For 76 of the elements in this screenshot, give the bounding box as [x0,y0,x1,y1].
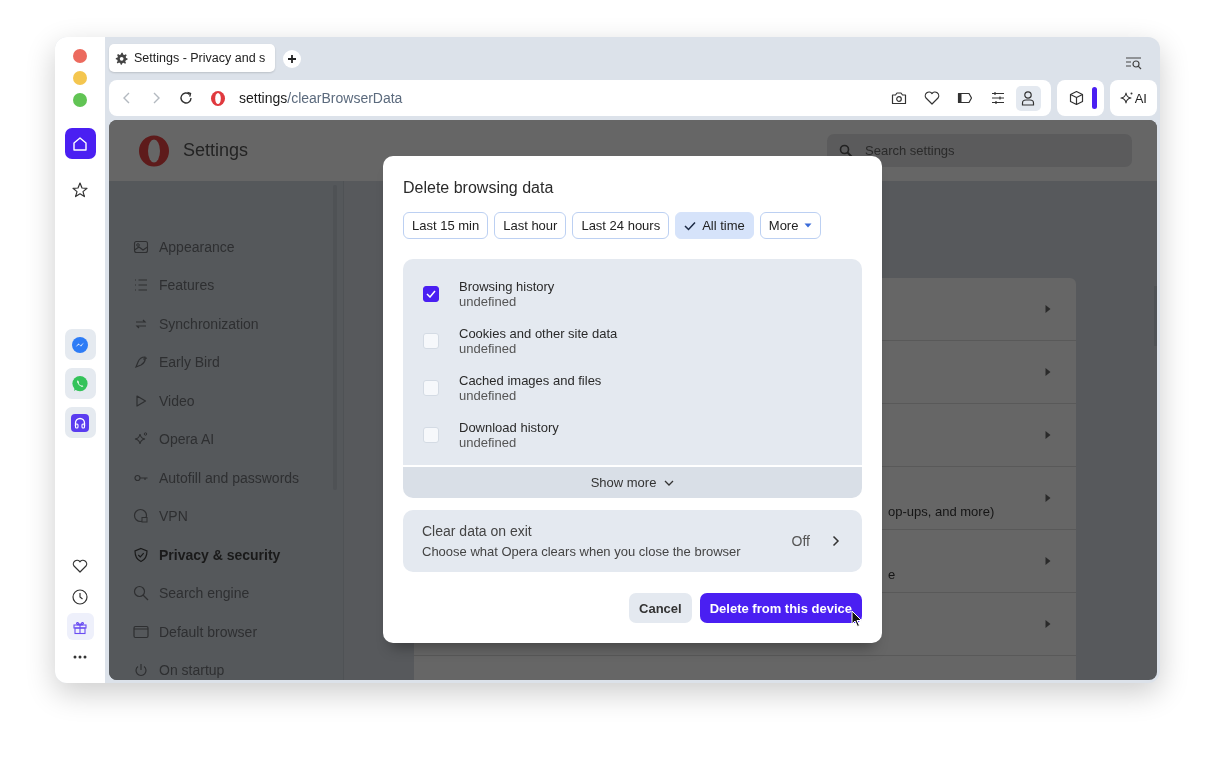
cursor-icon [851,610,863,628]
checkbox-label: Cookies and other site data [459,325,618,341]
home-icon [71,134,89,153]
arrow-icon [1045,367,1051,377]
arrow-icon [1045,619,1051,629]
address-field[interactable]: settings/clearBrowserData [239,90,403,106]
reload-icon[interactable] [179,91,193,105]
phone-bubble-icon [71,374,89,393]
check-icon [684,220,697,231]
nav-icon [133,508,149,525]
nav-icon [133,354,149,371]
messenger-icon [71,335,89,354]
time-range-chip[interactable]: Last 15 min [403,212,489,239]
gear-icon [115,51,128,65]
more-dropdown[interactable]: More [759,212,822,239]
nav-icon [133,623,149,640]
ai-button[interactable]: AI [1109,80,1157,116]
page-title: Settings [183,140,249,161]
gift-button[interactable] [66,613,94,640]
person-icon [1021,90,1036,106]
dialog-title: Delete browsing data [403,179,555,197]
search-icon [839,144,853,158]
checkbox-label: Cached images and files [459,372,602,388]
setting-title: Clear data on exit [422,523,533,539]
battery-icon[interactable] [956,92,973,104]
close-window-button[interactable] [73,49,87,63]
camera-icon[interactable] [890,91,907,105]
checkbox-label: Browsing history [459,278,555,294]
caret-icon [804,223,813,228]
time-range-chip[interactable]: Last hour [494,212,567,239]
music-app-button[interactable] [64,407,96,438]
chevron-icon [664,479,675,486]
profile-button[interactable] [1015,85,1041,111]
arrow-icon [1045,556,1051,566]
item-detail: undefined [459,387,517,403]
checkbox-label: Download history [459,419,559,435]
clear-on-exit-row[interactable]: Clear data on exit Choose what Opera clears when you close the browser Off [403,510,862,572]
messenger-button[interactable] [64,329,96,360]
scrollbar[interactable] [1154,286,1157,346]
opera-logo-icon [210,89,226,107]
star-icon[interactable] [71,181,89,199]
arrow-icon [1045,493,1051,503]
item-detail: undefined [459,340,518,356]
time-range-chip[interactable]: Last 24 hours [572,212,670,239]
setting-value: Off [791,533,810,549]
home-button[interactable] [64,128,96,159]
nav-icon [133,238,149,255]
show-more-button[interactable]: Show more [403,467,862,498]
nav-icon [133,662,149,679]
setting-description: Choose what Opera clears when you close the browser [422,544,742,559]
heart-icon[interactable] [923,91,940,105]
item-detail: undefined [459,434,518,450]
chevron-icon [832,535,840,547]
tab-search-icon[interactable] [1125,55,1143,70]
item-detail: undefined [459,293,517,309]
nav-icon [133,546,149,563]
browser-tab[interactable]: Settings - Privacy and s [109,44,275,72]
delete-button[interactable]: Delete from this device [699,593,862,623]
sliders-icon[interactable] [989,91,1006,105]
more-icon[interactable] [72,655,88,659]
cube-icon[interactable] [1068,90,1084,106]
cancel-button[interactable]: Cancel [629,593,692,623]
headphones-icon [71,413,89,432]
sparkle-icon [1119,91,1134,105]
arrow-icon [1045,304,1051,314]
time-range-chip[interactable]: All time [675,212,754,239]
check-icon [426,289,436,298]
search-icon [133,585,149,602]
sidebar-indicator [1091,87,1097,109]
opera-logo-icon [138,134,170,167]
checkbox[interactable] [423,285,439,302]
new-tab-button[interactable] [283,49,301,68]
plus-icon [287,53,297,64]
clock-icon[interactable] [71,588,89,606]
heart-icon[interactable] [71,557,89,575]
arrow-icon [1045,430,1051,440]
